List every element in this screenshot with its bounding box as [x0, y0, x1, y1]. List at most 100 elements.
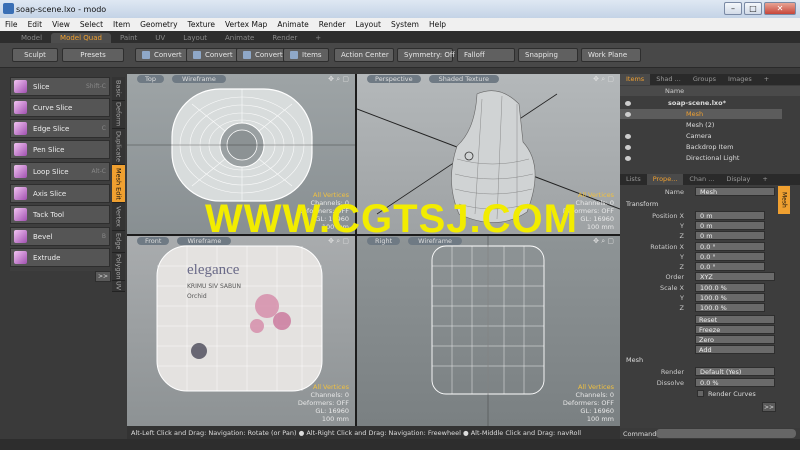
tab-add[interactable]: + [306, 33, 330, 43]
rotation-y-field[interactable]: 0.0 ° [695, 252, 765, 261]
menu-vertex-map[interactable]: Vertex Map [220, 20, 272, 29]
viewport-nav-icons[interactable]: ✥ ⌕ ▢ [328, 75, 349, 84]
viewport-right[interactable]: Right Wireframe ✥ ⌕ ▢ All Vertices Channe… [357, 236, 620, 426]
snapping-dropdown[interactable]: Snapping [518, 48, 578, 62]
sculpt-button[interactable]: Sculpt [12, 48, 58, 62]
work-plane-dropdown[interactable]: Work Plane [581, 48, 641, 62]
eye-icon[interactable] [625, 111, 631, 117]
symmetry-dropdown[interactable]: Symmetry: Off [397, 48, 455, 62]
menu-texture[interactable]: Texture [183, 20, 220, 29]
render-curves-checkbox[interactable] [697, 390, 704, 397]
scale-y-field[interactable]: 100.0 % [695, 293, 765, 302]
menu-animate[interactable]: Animate [272, 20, 313, 29]
name-field[interactable]: Mesh [695, 187, 775, 196]
tab-render[interactable]: Render [263, 33, 306, 43]
zero-dropdown[interactable]: Zero [695, 335, 775, 344]
presets-button[interactable]: Presets [62, 48, 124, 62]
vtab-polygon[interactable]: Polygon [112, 253, 125, 281]
menu-system[interactable]: System [386, 20, 424, 29]
position-y-field[interactable]: 0 m [695, 221, 765, 230]
viewport-front[interactable]: elegance KRIMU SIV SABUN Orchid Front Wir… [127, 236, 355, 426]
shading-mode[interactable]: Wireframe [171, 75, 226, 83]
items-button[interactable]: Items [283, 48, 329, 62]
shading-mode[interactable]: Shaded Texture [428, 75, 499, 83]
command-input[interactable] [656, 429, 796, 438]
vtab-edge[interactable]: Edge [112, 231, 125, 253]
tab-model[interactable]: Model [12, 33, 51, 43]
order-dropdown[interactable]: XYZ [695, 272, 775, 281]
eye-icon[interactable] [625, 100, 631, 106]
bevel-tool[interactable]: Bevel B [10, 227, 110, 246]
tab-display[interactable]: Display [720, 174, 756, 185]
item-directional-light[interactable]: Directional Light [620, 153, 782, 163]
vtab-vertex[interactable]: Vertex [112, 203, 125, 231]
loop-slice-tool[interactable]: Loop Slice Alt-C [10, 162, 110, 181]
menu-layout[interactable]: Layout [350, 20, 386, 29]
vtab-deform[interactable]: Deform [112, 101, 125, 129]
tab-shader[interactable]: Shad ... [650, 74, 687, 85]
position-z-field[interactable]: 0 m [695, 231, 765, 240]
add-dropdown[interactable]: Add [695, 345, 775, 354]
tack-tool[interactable]: Tack Tool [10, 205, 110, 224]
menu-view[interactable]: View [47, 20, 75, 29]
menu-edit[interactable]: Edit [23, 20, 48, 29]
convert-button-2[interactable]: Convert [186, 48, 240, 62]
view-label[interactable]: Top [137, 75, 164, 83]
pen-slice-tool[interactable]: Pen Slice [10, 140, 110, 159]
vtab-mesh-edit[interactable]: Mesh Edit [112, 165, 125, 203]
tab-add[interactable]: + [758, 74, 775, 85]
view-label[interactable]: Perspective [367, 75, 421, 83]
tab-channels[interactable]: Chan ... [683, 174, 720, 185]
vtab-duplicate[interactable]: Duplicate [112, 129, 125, 165]
scale-z-field[interactable]: 100.0 % [695, 303, 765, 312]
mesh-section[interactable]: Mesh [626, 356, 643, 364]
maximize-button[interactable]: □ [744, 2, 762, 15]
item-mesh[interactable]: Mesh [620, 109, 782, 119]
item-scene[interactable]: soap-scene.lxo* [620, 98, 782, 108]
close-button[interactable]: ✕ [764, 2, 796, 15]
tab-add[interactable]: + [756, 174, 773, 185]
tab-properties[interactable]: Prope... [646, 174, 684, 185]
eye-icon[interactable] [625, 133, 631, 139]
tab-uv[interactable]: UV [146, 33, 174, 43]
tab-layout[interactable]: Layout [174, 33, 216, 43]
tab-lists[interactable]: Lists [620, 174, 647, 185]
eye-icon[interactable] [625, 155, 631, 161]
view-label[interactable]: Front [137, 237, 170, 245]
more-tools-button[interactable]: >> [95, 271, 111, 282]
menu-render[interactable]: Render [314, 20, 351, 29]
action-center-dropdown[interactable]: Action Center [334, 48, 394, 62]
render-dropdown[interactable]: Default (Yes) [695, 367, 775, 376]
item-mesh-2[interactable]: Mesh (2) [620, 120, 782, 130]
menu-help[interactable]: Help [424, 20, 451, 29]
vtab-uv[interactable]: UV [112, 281, 125, 292]
freeze-dropdown[interactable]: Freeze [695, 325, 775, 334]
more-properties-button[interactable]: >> [762, 402, 776, 412]
tab-animate[interactable]: Animate [216, 33, 263, 43]
dissolve-field[interactable]: 0.0 % [695, 378, 775, 387]
position-x-field[interactable]: 0 m [695, 211, 765, 220]
reset-dropdown[interactable]: Reset [695, 315, 775, 324]
item-camera[interactable]: Camera [620, 131, 782, 141]
tab-groups[interactable]: Groups [687, 74, 722, 85]
rotation-z-field[interactable]: 0.0 ° [695, 262, 765, 271]
tab-model-quad[interactable]: Model Quad [51, 33, 111, 43]
tab-paint[interactable]: Paint [111, 33, 146, 43]
scale-x-field[interactable]: 100.0 % [695, 283, 765, 292]
slice-tool[interactable]: Slice Shift-C [10, 77, 110, 96]
menu-geometry[interactable]: Geometry [135, 20, 182, 29]
minimize-button[interactable]: – [724, 2, 742, 15]
viewport-nav-icons[interactable]: ✥ ⌕ ▢ [593, 75, 614, 84]
side-tab-mesh[interactable]: Mesh [778, 186, 790, 214]
tab-items[interactable]: Items [620, 74, 651, 85]
axis-slice-tool[interactable]: Axis Slice [10, 184, 110, 203]
eye-icon[interactable] [625, 144, 631, 150]
transform-section[interactable]: Transform [626, 200, 658, 208]
rotation-x-field[interactable]: 0.0 ° [695, 242, 765, 251]
tab-images[interactable]: Images [722, 74, 758, 85]
menu-file[interactable]: File [0, 20, 23, 29]
convert-button-3[interactable]: Convert [236, 48, 290, 62]
item-backdrop[interactable]: Backdrop Item [620, 142, 782, 152]
extrude-tool[interactable]: Extrude [10, 248, 110, 267]
menu-select[interactable]: Select [75, 20, 108, 29]
